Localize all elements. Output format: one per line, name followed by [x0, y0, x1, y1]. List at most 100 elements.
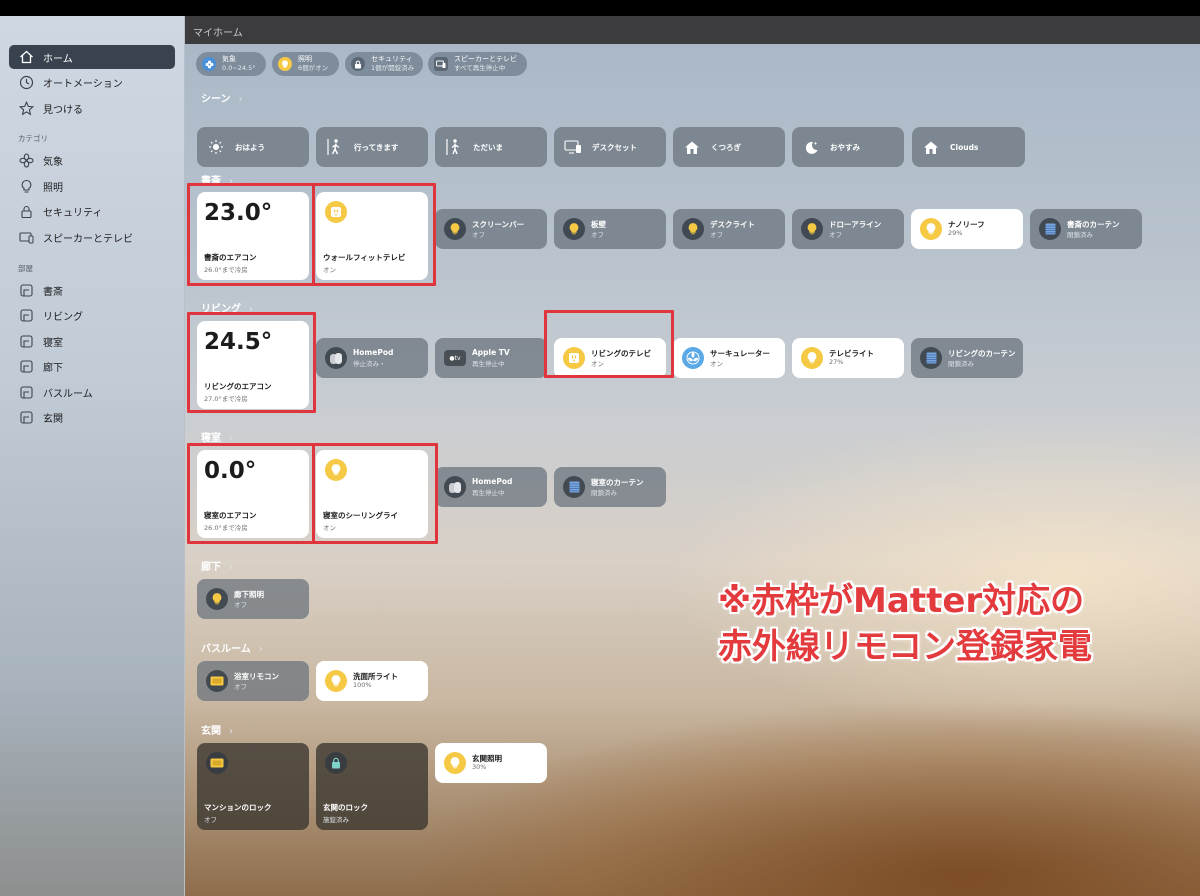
summary-title: 気象 [222, 55, 236, 63]
room-icon [18, 282, 34, 298]
tile-name: HomePod [353, 348, 394, 357]
tile-bath-remote[interactable]: 浴室リモコン オフ [197, 661, 309, 701]
sidebar-item-lighting[interactable]: 照明 [9, 174, 175, 198]
sidebar-item-label: 気象 [43, 156, 63, 168]
scene-desk-set[interactable]: デスクセット [554, 127, 666, 167]
lightbulb-icon [18, 178, 34, 194]
sidebar-item-label: 寝室 [43, 337, 63, 349]
summary-lighting[interactable]: 照明 6個がオン [272, 52, 339, 76]
scene-label: くつろぎ [711, 142, 741, 152]
title-bar: マイホーム [185, 16, 1200, 44]
tile-wall-panel[interactable]: 板壁 オフ [554, 209, 666, 249]
tile-study-curtain[interactable]: 書斎のカーテン 閉鎖済み [1030, 209, 1142, 249]
tile-screenbar[interactable]: スクリーンバー オフ [435, 209, 547, 249]
scene-relax[interactable]: くつろぎ [673, 127, 785, 167]
room-icon [18, 409, 34, 425]
summary-speakers-tv[interactable]: スピーカーとテレビ すべて再生停止中 [428, 52, 527, 76]
tile-status: 閉鎖済み [591, 489, 617, 497]
scene-label: Clouds [950, 142, 979, 152]
sidebar-item-label: ホーム [43, 53, 73, 65]
tile-name: 玄関のロック [323, 803, 368, 812]
sun-icon [207, 138, 225, 156]
sidebar-room-study[interactable]: 書斎 [9, 278, 175, 302]
sidebar-room-entrance[interactable]: 玄関 [9, 405, 175, 429]
tile-status: オフ [234, 683, 247, 691]
lightbulb-icon [682, 218, 704, 240]
scene-label: デスクセット [592, 142, 637, 152]
summary-sub: すべて再生停止中 [454, 64, 506, 72]
tile-drawer-line[interactable]: ドローアライン オフ [792, 209, 904, 249]
tile-circulator[interactable]: サーキュレーター オン [673, 338, 785, 378]
tile-name: HomePod [472, 477, 513, 486]
annotation-note: ※赤枠がMatter対応の 赤外線リモコン登録家電 [718, 578, 1092, 670]
appletv-glyph: ●tv [449, 354, 461, 362]
tile-status: オフ [829, 231, 842, 239]
tile-entrance-light[interactable]: 玄関照明 30% [435, 743, 547, 783]
tile-hallway-light[interactable]: 廊下照明 オフ [197, 579, 309, 619]
sidebar-room-bathroom[interactable]: バスルーム [9, 380, 175, 404]
section-scenes[interactable]: シーン › [201, 90, 243, 105]
summary-security[interactable]: セキュリティ 1個が開錠済み [345, 52, 423, 76]
section-title: バスルーム [201, 644, 251, 655]
tile-status: 施錠済み [323, 816, 349, 824]
tile-apple-tv[interactable]: ●tv Apple TV 再生停止中 [435, 338, 547, 378]
lightbulb-icon [563, 218, 585, 240]
section-bedroom[interactable]: 寝室 › [201, 429, 233, 444]
scene-leaving[interactable]: 行ってきます [316, 127, 428, 167]
highlight-divider-study [311, 183, 315, 286]
tile-status: 再生停止中 [472, 489, 505, 497]
tile-nanoleaf[interactable]: ナノリーフ 29% [911, 209, 1023, 249]
section-hallway[interactable]: 廊下 › [201, 558, 233, 573]
sidebar-room-bedroom[interactable]: 寝室 [9, 329, 175, 353]
summary-climate[interactable]: 気象 0.0~24.5° [196, 52, 266, 76]
sidebar-item-speakers-tv[interactable]: スピーカーとテレビ [9, 225, 175, 249]
sidebar-item-label: 見つける [43, 104, 83, 116]
sidebar-item-climate[interactable]: 気象 [9, 148, 175, 172]
tile-washroom-light[interactable]: 洗面所ライト 100% [316, 661, 428, 701]
tile-bedroom-homepod[interactable]: HomePod 再生停止中 [435, 467, 547, 507]
tile-name: マンションのロック [204, 803, 272, 812]
sidebar-item-home[interactable]: ホーム [9, 45, 175, 69]
room-icon [18, 384, 34, 400]
sidebar-item-automation[interactable]: オートメーション [9, 70, 175, 94]
tile-bedroom-curtain[interactable]: 寝室のカーテン 閉鎖済み [554, 467, 666, 507]
tv-icon [18, 229, 34, 245]
lightbulb-icon [920, 218, 942, 240]
chevron-right-icon: › [238, 94, 243, 105]
tile-living-homepod[interactable]: HomePod 停止済み・ [316, 338, 428, 378]
sidebar-room-hallway[interactable]: 廊下 [9, 354, 175, 378]
sidebar-item-label: オートメーション [43, 78, 123, 90]
scene-label: おはよう [235, 142, 265, 152]
lightbulb-icon [801, 347, 823, 369]
sidebar-item-discover[interactable]: 見つける [9, 96, 175, 120]
lock-icon [18, 203, 34, 219]
tile-status: 閉鎖済み [948, 360, 974, 368]
scene-label: ただいま [473, 142, 503, 152]
tile-status: オフ [234, 601, 247, 609]
scene-clouds[interactable]: Clouds [912, 127, 1025, 167]
tile-desk-light[interactable]: デスクライト オフ [673, 209, 785, 249]
highlight-frame-living-aircon [187, 312, 316, 413]
lightbulb-icon [206, 588, 228, 610]
scene-arriving[interactable]: ただいま [435, 127, 547, 167]
tile-tv-light[interactable]: テレビライト 27% [792, 338, 904, 378]
homepod-icon [325, 347, 347, 369]
blinds-icon [563, 476, 585, 498]
house-icon [18, 49, 34, 65]
chevron-right-icon: › [258, 644, 263, 655]
remote-panel-icon [206, 670, 228, 692]
scene-good-night[interactable]: おやすみ [792, 127, 904, 167]
section-bathroom[interactable]: バスルーム › [201, 640, 263, 655]
blinds-icon [1039, 218, 1061, 240]
tile-living-curtain[interactable]: リビングのカーテン 閉鎖済み [911, 338, 1023, 378]
sidebar-room-living[interactable]: リビング [9, 303, 175, 327]
tile-status: オフ [204, 816, 217, 824]
moon-icon [802, 138, 820, 156]
lightbulb-icon [325, 670, 347, 692]
tile-entrance-lock[interactable]: 玄関のロック 施錠済み [316, 743, 428, 830]
section-entrance[interactable]: 玄関 › [201, 722, 233, 737]
scene-good-morning[interactable]: おはよう [197, 127, 309, 167]
sidebar-item-security[interactable]: セキュリティ [9, 199, 175, 223]
tile-mansion-lock[interactable]: マンションのロック オフ [197, 743, 309, 830]
sidebar-item-label: 廊下 [43, 362, 63, 374]
